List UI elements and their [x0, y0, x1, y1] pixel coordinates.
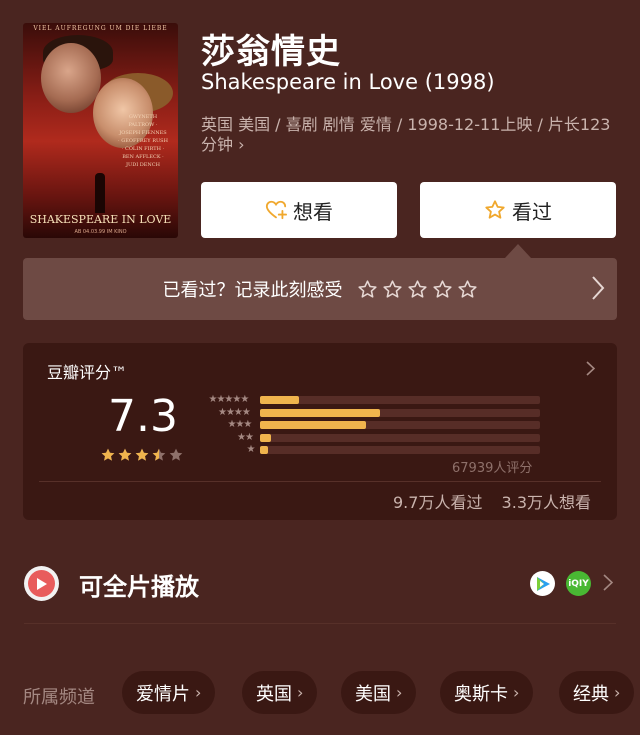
chevron-right-icon: ›: [396, 683, 403, 702]
rating-header: 豆瓣评分™: [47, 363, 128, 382]
row-stars-label: ★★: [237, 431, 254, 443]
movie-poster[interactable]: VIEL AUFREGUNG UM DIE LIEBE GWYNETH PALT…: [23, 23, 178, 238]
channel-tag[interactable]: 爱情片 ›: [122, 671, 216, 714]
star-outline-icon[interactable]: [457, 279, 478, 300]
star-outline-icon: [485, 200, 505, 219]
rating-bar-fill: [260, 433, 272, 442]
rating-bar-fill: [260, 421, 367, 429]
movie-title-cn: 莎翁情史: [201, 32, 341, 72]
record-feeling-label: 已看过？记录此刻感受: [162, 280, 343, 301]
divider: [39, 481, 601, 482]
chevron-right-icon: ›: [195, 683, 202, 702]
poster-title: SHAKESPEARE IN LOVE: [29, 213, 172, 226]
seen-label: 看过: [512, 199, 552, 224]
row-stars-label: ★★★★★: [208, 394, 250, 405]
tencent-video-icon[interactable]: [530, 571, 555, 596]
chevron-right-icon: ›: [238, 135, 245, 154]
row-stars-label: ★★★: [227, 419, 253, 430]
chevron-right-icon: ›: [614, 683, 621, 702]
row-stars-label: ★★★★: [218, 406, 251, 418]
rating-bar-track: [260, 446, 540, 454]
watched-count[interactable]: 9.7万人看过: [393, 493, 482, 512]
rating-bar-fill: [260, 396, 300, 404]
chevron-right-icon[interactable]: [586, 361, 595, 376]
rate-stars[interactable]: [357, 279, 478, 300]
channels-row: 所属频道 爱情片 › 英国 › 美国 › 奥斯卡 › 经典 ›: [0, 671, 640, 715]
channel-tag[interactable]: 经典 ›: [559, 671, 635, 714]
record-feeling-panel[interactable]: 已看过？记录此刻感受: [23, 258, 617, 320]
chevron-right-icon[interactable]: [603, 574, 613, 591]
rating-score: 7.3: [108, 391, 178, 442]
chevron-right-icon[interactable]: [591, 275, 605, 301]
star-filled-icon: [101, 448, 115, 461]
star-outline-icon[interactable]: [357, 279, 378, 300]
want-label: 想看: [293, 199, 333, 224]
rating-bar-track: [260, 408, 540, 417]
rating-bar-track: [260, 421, 540, 429]
seen-button[interactable]: 看过: [420, 182, 616, 238]
star-half-icon: [152, 448, 166, 461]
poster-cast: GWYNETH PALTROW · JOSEPH FIENNES · GEOFF…: [118, 114, 168, 168]
poster-release: AB 04.03.99 IM KINO: [74, 229, 127, 235]
full-play-label: 可全片播放: [79, 573, 199, 601]
rating-bar-fill: [260, 446, 269, 454]
movie-title-en: Shakespeare in Love (1998): [201, 70, 495, 94]
rating-stars: [100, 447, 184, 463]
divider: [24, 623, 616, 624]
douban-rating-card[interactable]: 豆瓣评分™ 7.3 ★★★★★ ★★★★ ★★★ ★★ ★ 67939人评分 9.7万人…: [23, 343, 617, 520]
callout-notch: [505, 244, 531, 258]
watch-stats: 9.7万人看过 3.3万人想看: [379, 489, 591, 513]
rating-bar-track: [260, 433, 540, 442]
want-count[interactable]: 3.3万人想看: [502, 493, 591, 512]
rating-bar-track: [260, 396, 540, 404]
channel-tag[interactable]: 美国 ›: [341, 671, 417, 714]
star-outline-icon[interactable]: [382, 279, 403, 300]
star-filled-icon: [135, 448, 149, 461]
movie-meta[interactable]: 英国 美国 / 喜剧 剧情 爱情 / 1998-12-11上映 / 片长123分…: [201, 115, 621, 155]
want-to-watch-button[interactable]: 想看: [201, 182, 397, 238]
channels-label: 所属频道: [23, 687, 95, 708]
star-outline-icon[interactable]: [432, 279, 453, 300]
channel-tag[interactable]: 英国 ›: [242, 671, 318, 714]
channel-tag[interactable]: 奥斯卡 ›: [440, 671, 534, 714]
chevron-right-icon: ›: [297, 683, 304, 702]
heart-plus-icon: [265, 200, 287, 220]
movie-meta-text: 英国 美国 / 喜剧 剧情 爱情 / 1998-12-11上映 / 片长123分…: [201, 115, 611, 154]
poster-tagline: VIEL AUFREGUNG UM DIE LIEBE: [33, 25, 168, 32]
row-stars-label: ★: [246, 444, 256, 455]
rating-count: 67939人评分: [452, 461, 533, 476]
chevron-right-icon: ›: [513, 683, 520, 702]
star-filled-icon: [118, 448, 132, 461]
play-icon: [24, 566, 59, 601]
rating-bar-fill: [260, 408, 381, 417]
iqiyi-icon[interactable]: iQIY: [566, 571, 591, 596]
star-outline-icon[interactable]: [407, 279, 428, 300]
star-empty-icon: [169, 448, 183, 461]
full-play-row[interactable]: 可全片播放 iQIY: [0, 550, 640, 620]
